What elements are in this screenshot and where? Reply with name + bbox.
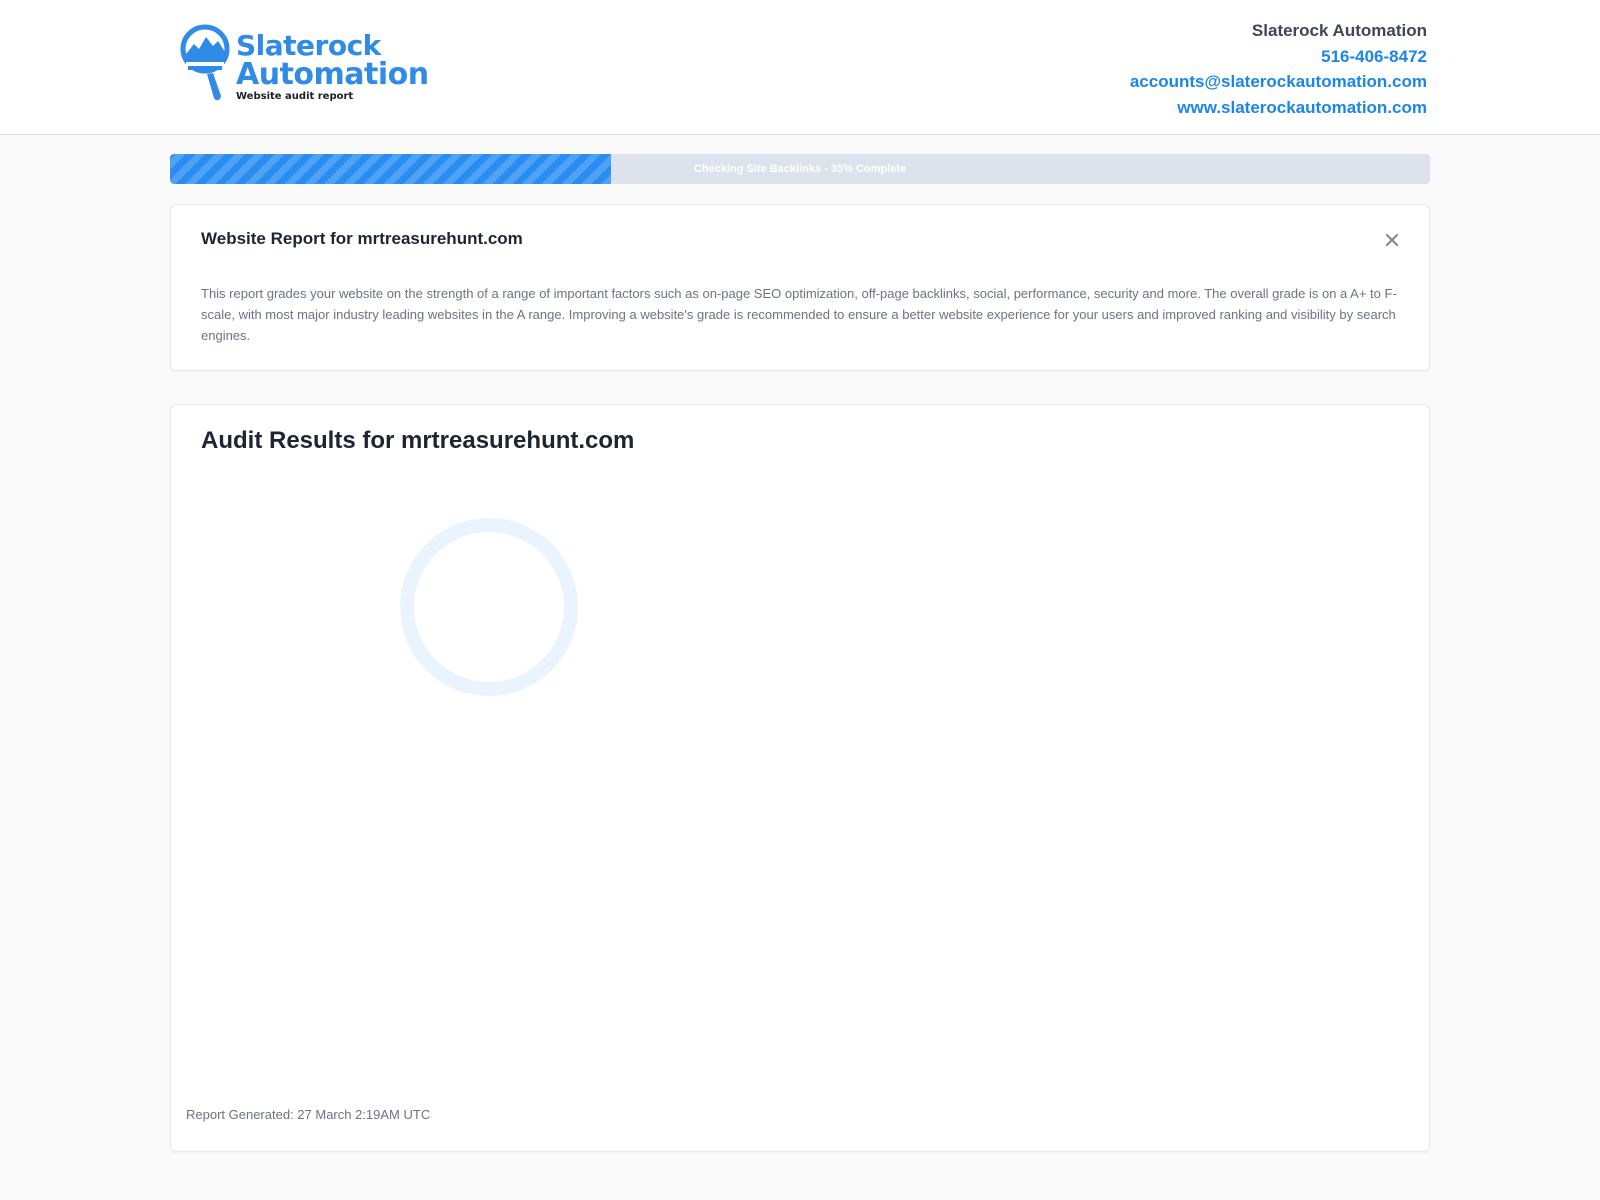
company-name: Slaterock Automation — [1251, 21, 1427, 40]
logo-tagline: Website audit report — [236, 91, 354, 102]
audit-title: Audit Results for mrtreasurehunt.com — [201, 427, 635, 454]
report-intro-card: Website Report for mrtreasurehunt.com Th… — [170, 204, 1430, 371]
magnifier-mountain-icon — [180, 24, 230, 101]
logo-wordmark: Slaterock Automation Website audit repor… — [236, 32, 429, 102]
report-description: This report grades your website on the s… — [201, 286, 1397, 343]
audit-results-card: Audit Results for mrtreasurehunt.com Rep… — [170, 404, 1430, 1152]
progress-label: Checking Site Backlinks - 35% Complete — [693, 163, 907, 175]
site-header: Slaterock Automation Website audit repor… — [0, 0, 1600, 135]
progress-bar: Checking Site Backlinks - 35% Complete — [170, 154, 1430, 184]
phone-link[interactable]: 516-406-8472 — [1130, 44, 1427, 70]
website-link[interactable]: www.slaterockautomation.com — [1130, 95, 1427, 121]
loading-spinner-icon — [400, 518, 578, 696]
report-generated-timestamp: Report Generated: 27 March 2:19AM UTC — [186, 1107, 431, 1122]
email-link[interactable]: accounts@slaterockautomation.com — [1130, 69, 1427, 95]
report-title: Website Report for mrtreasurehunt.com — [201, 229, 523, 248]
logo-line-2: Automation — [236, 57, 429, 92]
contact-block: Slaterock Automation 516-406-8472 accoun… — [1130, 18, 1427, 120]
brand-logo[interactable]: Slaterock Automation Website audit repor… — [180, 22, 429, 104]
close-icon[interactable] — [1383, 231, 1401, 249]
logo-line-1: Slaterock — [236, 29, 381, 62]
